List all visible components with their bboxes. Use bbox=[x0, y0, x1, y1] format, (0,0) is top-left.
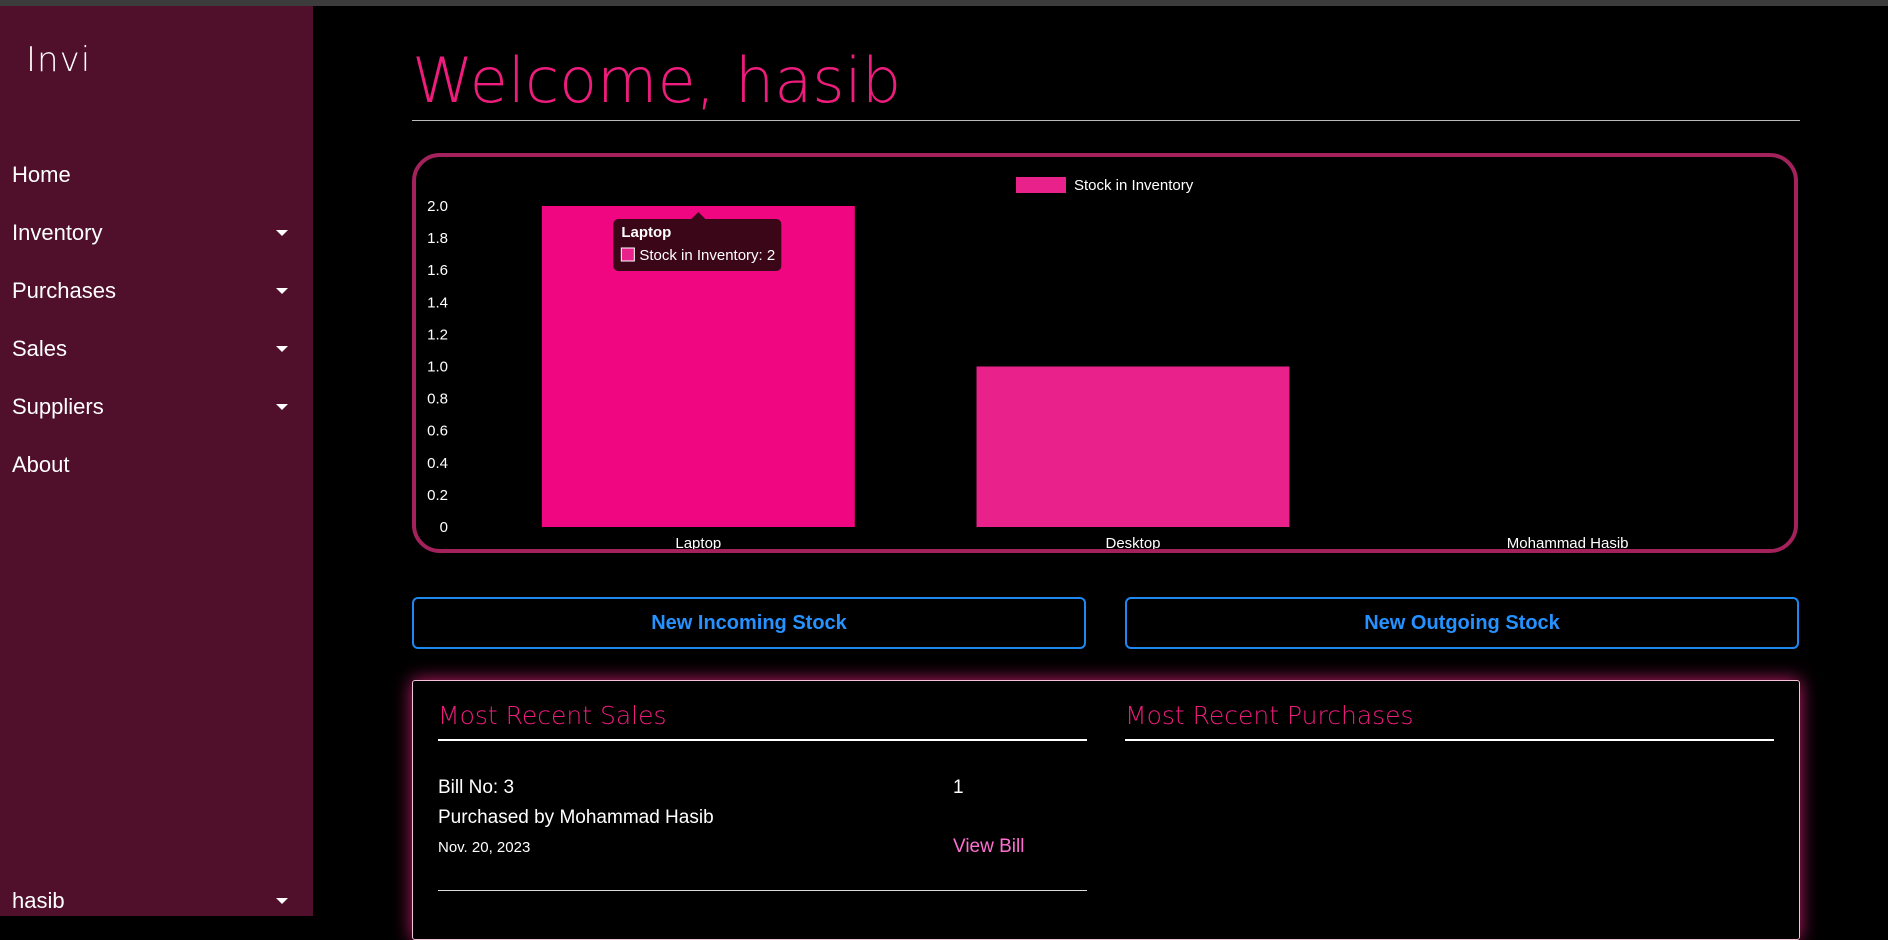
tooltip-swatch bbox=[620, 247, 635, 262]
legend-swatch bbox=[1016, 177, 1066, 193]
recent-sales-heading: Most Recent Sales bbox=[438, 701, 667, 730]
y-tick-label: 0.6 bbox=[427, 423, 448, 440]
list-item-divider bbox=[438, 890, 1087, 891]
sidebar: Invi Home Inventory Purchases Sales Supp… bbox=[0, 6, 313, 916]
sidebar-item-about[interactable]: About bbox=[0, 440, 313, 490]
y-tick-label: 1.2 bbox=[427, 326, 448, 343]
chart-bar bbox=[976, 366, 1290, 527]
sale-date: Nov. 20, 2023 bbox=[438, 839, 531, 856]
recent-activity-panel: Most Recent Sales Most Recent Purchases … bbox=[412, 680, 1800, 940]
main-content: Welcome, hasib 0 0.2 0.4 0.6 0.8 1.0 1.2 1.4 1.6… bbox=[313, 6, 1888, 940]
y-tick-label: 1.0 bbox=[427, 359, 448, 376]
sidebar-item-home[interactable]: Home bbox=[0, 150, 313, 200]
caret-down-icon bbox=[276, 230, 288, 236]
y-tick-label: 0 bbox=[440, 519, 448, 536]
y-tick-label: 1.6 bbox=[427, 262, 448, 279]
user-name: hasib bbox=[12, 888, 65, 913]
tooltip-text: Stock in Inventory: 2 bbox=[639, 247, 775, 264]
sidebar-item-label: Sales bbox=[12, 336, 68, 361]
new-outgoing-stock-button[interactable]: New Outgoing Stock bbox=[1125, 597, 1799, 649]
y-tick-label: 0.8 bbox=[427, 391, 448, 408]
legend-label: Stock in Inventory bbox=[1074, 177, 1194, 194]
new-incoming-stock-button[interactable]: New Incoming Stock bbox=[412, 597, 1086, 649]
sidebar-item-purchases[interactable]: Purchases bbox=[0, 266, 313, 316]
caret-down-icon bbox=[276, 404, 288, 410]
sale-quantity: 1 bbox=[953, 777, 964, 798]
sidebar-item-suppliers[interactable]: Suppliers bbox=[0, 382, 313, 432]
caret-down-icon bbox=[276, 346, 288, 352]
app-logo[interactable]: Invi bbox=[26, 40, 91, 80]
x-tick-label: Desktop bbox=[1105, 535, 1160, 549]
sidebar-item-label: Home bbox=[12, 162, 71, 187]
user-menu[interactable]: hasib bbox=[0, 876, 313, 926]
stock-bar-chart[interactable]: 0 0.2 0.4 0.6 0.8 1.0 1.2 1.4 1.6 1.8 2.0 Laptop Des… bbox=[416, 157, 1794, 549]
recent-purchases-heading: Most Recent Purchases bbox=[1125, 701, 1414, 730]
bill-number: Bill No: 3 bbox=[438, 777, 515, 798]
sidebar-item-inventory[interactable]: Inventory bbox=[0, 208, 313, 258]
sidebar-item-label: Suppliers bbox=[12, 394, 104, 419]
y-tick-label: 0.4 bbox=[427, 455, 448, 472]
view-bill-link[interactable]: View Bill bbox=[953, 836, 1024, 858]
sidebar-item-label: Inventory bbox=[12, 220, 103, 245]
page-title: Welcome, hasib bbox=[412, 44, 902, 117]
sidebar-item-sales[interactable]: Sales bbox=[0, 324, 313, 374]
y-tick-label: 2.0 bbox=[427, 198, 448, 215]
buyer-text: Purchased by Mohammad Hasib bbox=[438, 807, 714, 828]
y-tick-label: 1.4 bbox=[427, 294, 448, 311]
sales-heading-underline bbox=[438, 739, 1087, 741]
caret-down-icon bbox=[276, 898, 288, 904]
x-tick-label: Laptop bbox=[675, 535, 721, 549]
stock-chart-card: 0 0.2 0.4 0.6 0.8 1.0 1.2 1.4 1.6 1.8 2.0 Laptop Des… bbox=[412, 153, 1798, 553]
x-tick-label: Mohammad Hasib bbox=[1507, 535, 1629, 549]
caret-down-icon bbox=[276, 288, 288, 294]
purchases-heading-underline bbox=[1125, 739, 1774, 741]
tooltip-title: Laptop bbox=[621, 224, 671, 241]
title-divider bbox=[412, 120, 1800, 121]
y-tick-label: 1.8 bbox=[427, 230, 448, 247]
sidebar-item-label: Purchases bbox=[12, 278, 116, 303]
sidebar-item-label: About bbox=[12, 452, 70, 477]
y-tick-label: 0.2 bbox=[427, 487, 448, 504]
